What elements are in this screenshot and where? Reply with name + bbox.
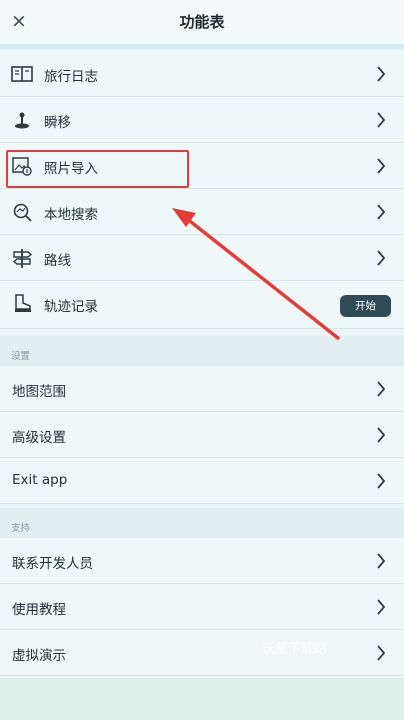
chevron-right-icon [377,158,386,174]
menu-item-label: 本地搜索 [44,207,98,223]
settings-item-exit-app[interactable]: Exit app [0,458,404,504]
support-item-label: 虚拟演示 [12,648,66,664]
support-item-label: 联系开发人员 [12,556,93,572]
chevron-right-icon [377,66,386,82]
highlight-box [6,150,189,188]
joystick-icon [15,112,29,129]
support-item-tutorial[interactable]: 使用教程 [0,584,404,630]
menu-item-local-search[interactable]: 本地搜索 [0,189,404,235]
menu-item-teleport[interactable]: 瞬移 [0,97,404,143]
support-section: 支持 联系开发人员 使用教程 虚拟演示 [0,508,404,676]
local-search-icon [13,203,32,222]
chevron-right-icon [377,381,386,397]
journal-icon [11,66,33,82]
support-item-virtual-demo[interactable]: 虚拟演示 [0,630,404,676]
watermark-text: 沃屋下载站 [262,642,328,657]
settings-item-label: Exit app [12,472,68,488]
chevron-right-icon [377,645,386,661]
menu-item-travel-journal[interactable]: 旅行日志 [0,51,404,97]
chevron-right-icon [377,599,386,615]
boot-icon [15,294,31,312]
chevron-right-icon [377,250,386,266]
settings-item-label: 高级设置 [12,430,66,446]
menu-item-label: 旅行日志 [44,69,98,85]
menu-item-track-record: 轨迹记录 开始 [0,281,404,329]
section-header: 支持 [0,508,404,538]
signpost-icon [12,249,33,268]
chevron-right-icon [377,112,386,128]
chevron-right-icon [377,204,386,220]
footer-area [0,678,404,720]
support-item-contact-developer[interactable]: 联系开发人员 [0,538,404,584]
chevron-right-icon [377,473,386,489]
settings-item-map-range[interactable]: 地图范围 [0,366,404,412]
menu-item-label: 瞬移 [44,115,71,131]
menu-item-label: 轨迹记录 [44,299,98,315]
main-menu-list: 旅行日志 瞬移 照片导入 本地搜索 路线 轨迹记录 开始 [0,51,404,329]
chevron-right-icon [377,427,386,443]
header-bar: × 功能表 [0,0,404,49]
settings-section: 设置 地图范围 高级设置 Exit app [0,336,404,504]
section-header: 设置 [0,336,404,366]
start-button[interactable]: 开始 [340,295,391,317]
section-header-label: 支持 [11,523,31,534]
menu-item-label: 路线 [44,253,71,269]
section-header-label: 设置 [11,351,31,362]
settings-item-label: 地图范围 [12,384,66,400]
chevron-right-icon [377,553,386,569]
support-item-label: 使用教程 [12,602,66,618]
page-title: 功能表 [179,13,225,31]
settings-item-advanced[interactable]: 高级设置 [0,412,404,458]
menu-item-route[interactable]: 路线 [0,235,404,281]
